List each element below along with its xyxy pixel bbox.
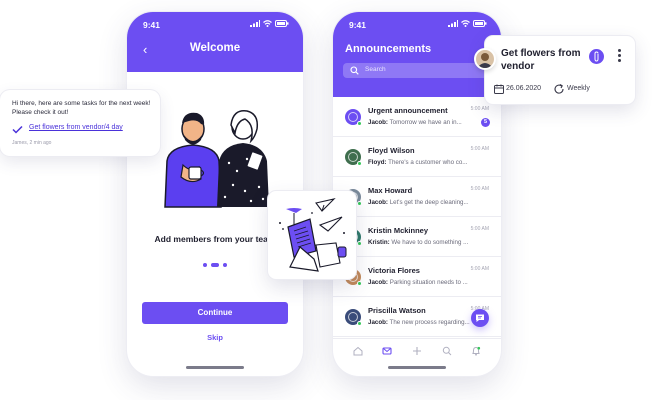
battery-icon (473, 20, 487, 27)
home-indicator (186, 366, 244, 369)
item-message: There's a customer who co... (388, 159, 468, 166)
status-icons (250, 20, 289, 27)
item-title: Priscilla Watson (368, 306, 426, 315)
status-bar: 9:41 (127, 12, 303, 34)
list-item[interactable]: Max Howard 5:00 AM Jacob: Let's get the … (333, 177, 501, 217)
item-time: 5:00 AM (470, 146, 489, 152)
status-time: 9:41 (143, 20, 161, 30)
home-icon (353, 346, 363, 355)
item-preview: Jacob: Let's get the deep cleaning... (368, 199, 480, 206)
item-time: 5:00 AM (470, 266, 489, 272)
list-item[interactable]: Kristin Mckinney 5:00 AM Kristin: We hav… (333, 217, 501, 257)
item-time: 5:00 AM (470, 106, 489, 112)
item-message: Let's get the deep cleaning... (389, 199, 469, 206)
tab-announcements[interactable] (381, 345, 393, 357)
team-illustration (164, 110, 269, 208)
skip-link[interactable]: Skip (127, 333, 303, 342)
avatar (474, 48, 496, 70)
plus-icon (412, 346, 421, 355)
task-link[interactable]: Get flowers from vendor/4 day (29, 124, 123, 131)
task-date: 26.06.2020 (506, 85, 542, 92)
signal-icon (448, 20, 458, 27)
attachment-button[interactable] (589, 49, 604, 64)
search-icon (350, 66, 359, 75)
search-icon (442, 346, 451, 355)
more-options-button[interactable] (618, 49, 622, 64)
home-indicator (388, 366, 446, 369)
item-sender: Jacob: (368, 319, 388, 326)
mail-icon (382, 346, 392, 355)
item-time: 5:00 AM (470, 226, 489, 232)
message-text: Hi there, here are some tasks for the ne… (12, 100, 151, 116)
status-bar: 9:41 (333, 12, 501, 34)
item-preview: Jacob: Tomorrow we have an in... (368, 119, 480, 126)
avatar (345, 109, 362, 126)
avatar-image (477, 53, 493, 68)
bell-icon (472, 346, 481, 356)
page-dot[interactable] (223, 263, 227, 267)
item-time: 5:00 AM (470, 186, 489, 192)
item-sender: Jacob: (368, 279, 388, 286)
illustration-card (268, 191, 356, 279)
avatar (345, 309, 362, 326)
item-title: Kristin Mckinney (368, 226, 429, 235)
announcements-phone: 9:41 Announcements Search Urgent announc… (333, 12, 501, 376)
item-title: Floyd Wilson (368, 146, 415, 155)
repeat-icon (554, 84, 564, 94)
item-message: Parking situation needs to ... (389, 279, 468, 286)
avatar (345, 149, 362, 166)
page-title: Welcome (189, 42, 241, 54)
item-sender: Kristin: (368, 239, 390, 246)
tab-search[interactable] (441, 345, 453, 357)
item-title: Urgent announcement (368, 106, 448, 115)
chat-icon (476, 314, 484, 322)
status-icons (448, 20, 487, 27)
page-dot-active[interactable] (211, 263, 219, 267)
wifi-icon (263, 20, 272, 27)
message-meta: James, 2 min ago (12, 140, 52, 146)
item-message: We have to do something ... (391, 239, 469, 246)
paper-plane-illustration (279, 198, 347, 272)
tab-notifications[interactable] (470, 345, 482, 357)
tab-add[interactable] (411, 345, 423, 357)
list-item[interactable]: Urgent announcement 5:00 AM Jacob: Tomor… (333, 97, 501, 137)
continue-button[interactable]: Continue (142, 302, 288, 324)
signal-icon (250, 20, 260, 27)
item-sender: Floyd: (368, 159, 387, 166)
item-title: Max Howard (368, 186, 413, 195)
page-title: Announcements (345, 43, 432, 55)
item-preview: Jacob: The new process regarding... (368, 319, 480, 326)
list-item[interactable]: Floyd Wilson 5:00 AM Floyd: There's a cu… (333, 137, 501, 177)
item-preview: Floyd: There's a customer who co... (368, 159, 480, 166)
tab-home[interactable] (352, 345, 364, 357)
item-sender: Jacob: (368, 199, 388, 206)
item-message: The new process regarding... (389, 319, 470, 326)
list-item[interactable]: Victoria Flores 5:00 AM Jacob: Parking s… (333, 257, 501, 297)
checkmark-icon (12, 125, 23, 134)
status-time: 9:41 (349, 20, 367, 30)
task-title: Get flowers from vendor (501, 48, 581, 72)
page-dot[interactable] (203, 263, 207, 267)
item-sender: Jacob: (368, 119, 388, 126)
battery-icon (275, 20, 289, 27)
search-bar[interactable]: Search (343, 63, 491, 78)
task-card[interactable]: Get flowers from vendor 26.06.2020 Weekl… (474, 36, 635, 104)
item-title: Victoria Flores (368, 266, 420, 275)
wifi-icon (461, 20, 470, 27)
item-preview: Jacob: Parking situation needs to ... (368, 279, 480, 286)
search-input[interactable]: Search (365, 66, 386, 73)
task-repeat: Weekly (567, 85, 590, 92)
unread-badge: 5 (481, 118, 490, 127)
bottom-tab-bar (333, 338, 501, 362)
calendar-icon (494, 84, 504, 94)
item-preview: Kristin: We have to do something ... (368, 239, 480, 246)
announcement-list: Urgent announcement 5:00 AM Jacob: Tomor… (333, 97, 501, 337)
new-message-button[interactable] (471, 309, 489, 327)
item-message: Tomorrow we have an in... (389, 119, 462, 126)
paperclip-icon (594, 51, 599, 62)
chat-message-card: Hi there, here are some tasks for the ne… (0, 90, 160, 156)
